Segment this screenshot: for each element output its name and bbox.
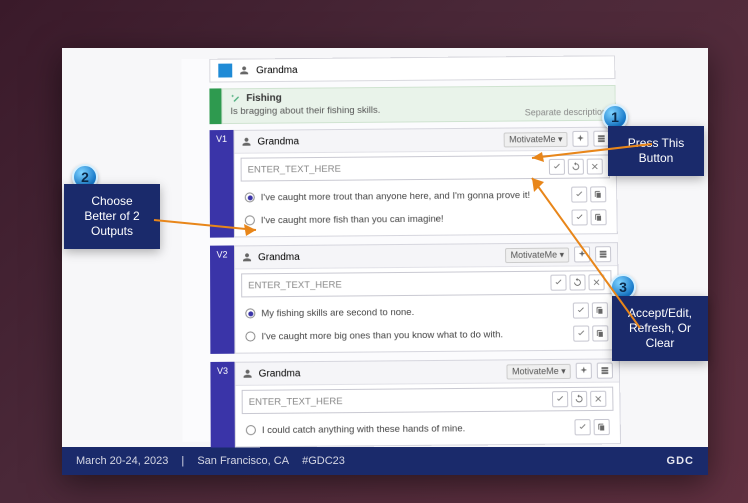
option-text: I've caught more big ones than you know … [261,328,567,342]
variant-text-input[interactable]: ENTER_TEXT_HERE [241,270,612,297]
variant-header: Grandma MotivateMe ▾ [235,243,617,269]
input-placeholder: ENTER_TEXT_HERE [248,163,341,175]
variant-header: Grandma MotivateMe ▾ [234,128,615,154]
clear-button[interactable] [588,274,604,290]
variant-body: Grandma MotivateMe ▾ ENTER_TEXT_HERE My fis… [234,242,620,354]
more-button[interactable] [597,362,613,378]
copy-option-button[interactable] [592,302,608,318]
callout-choose-output: Choose Better of 2 Outputs [64,184,160,249]
callout-3-text: Accept/Edit, Refresh, Or Clear [628,306,692,350]
accept-option-button[interactable] [573,302,589,318]
variants-list: V1 Grandma MotivateMe ▾ ENTER_TEXT_HERE I've… [210,127,621,448]
variant-v2: V2 Grandma MotivateMe ▾ ENTER_TEXT_HERE My f… [210,242,620,354]
radio-icon [245,308,255,318]
output-option[interactable]: My fishing skills are second to none. [241,300,612,323]
slide-body: Grandma Fishing Is bragging about their … [62,48,708,447]
person-icon [241,251,253,263]
motivate-dropdown[interactable]: MotivateMe ▾ [505,247,569,263]
input-placeholder: ENTER_TEXT_HERE [249,396,343,408]
person-icon [240,136,252,148]
badge-1-num: 1 [611,109,619,125]
character-name: Grandma [256,64,298,75]
clear-button[interactable] [590,391,606,407]
variant-v3: V3 Grandma MotivateMe ▾ ENTER_TEXT_HERE I co… [210,358,621,447]
radio-icon [245,331,255,341]
footer-brand: GDC [667,455,694,467]
variant-text-input[interactable]: ENTER_TEXT_HERE [242,387,614,414]
variant-speaker: Grandma [257,136,299,147]
refresh-button[interactable] [568,159,584,175]
output-option[interactable]: I've caught more fish than you can imagi… [241,207,611,230]
callout-1-text: Press This Button [628,136,684,165]
variant-speaker: Grandma [258,251,300,262]
accept-button[interactable] [550,275,566,291]
slide: Grandma Fishing Is bragging about their … [62,48,708,475]
radio-icon [245,215,255,225]
callout-accept-edit: Accept/Edit, Refresh, Or Clear [612,296,708,361]
person-icon [242,368,254,380]
wand-icon [230,93,241,104]
refresh-button[interactable] [569,274,585,290]
option-text: I've caught more fish than you can imagi… [261,212,566,226]
copy-option-button[interactable] [590,186,606,202]
footer-location: San Francisco, CA [197,455,289,467]
copy-option-button[interactable] [592,325,608,341]
variant-options: My fishing skills are second to none. I'v… [235,298,618,353]
variant-tag: V3 [210,362,234,448]
option-text: My fishing skills are second to none. [261,305,567,319]
generate-button[interactable] [572,131,588,147]
variant-v1: V1 Grandma MotivateMe ▾ ENTER_TEXT_HERE I've… [210,127,618,238]
accept-button[interactable] [552,391,568,407]
variant-body: Grandma MotivateMe ▾ ENTER_TEXT_HERE I coul… [234,358,621,447]
badge-3-num: 3 [619,279,627,295]
action-body: Fishing Is bragging about their fishing … [221,85,616,124]
more-button[interactable] [595,246,611,262]
generate-button[interactable] [576,363,592,379]
option-text: I could catch anything with these hands … [262,422,569,436]
input-placeholder: ENTER_TEXT_HERE [248,279,342,291]
radio-icon [245,192,255,202]
action-title: Fishing [246,93,281,104]
app-panel: Grandma Fishing Is bragging about their … [181,55,621,442]
slide-footer: March 20-24, 2023 | San Francisco, CA #G… [62,447,708,475]
footer-date: March 20-24, 2023 [76,455,168,467]
motivate-dropdown[interactable]: MotivateMe ▾ [507,363,571,379]
variant-tag: V1 [210,130,234,238]
person-icon [238,64,250,76]
action-stripe [209,88,221,124]
action-block: Fishing Is bragging about their fishing … [209,85,616,124]
action-aside: Separate description [525,107,607,118]
variant-speaker: Grandma [259,368,301,379]
variant-options: I could catch anything with these hands … [236,415,620,447]
badge-2-num: 2 [81,169,89,185]
output-option[interactable]: I've caught more trout than anyone here,… [241,184,611,207]
footer-hashtag: #GDC23 [302,455,345,467]
accept-option-button[interactable] [573,325,589,341]
accept-option-button[interactable] [571,187,587,203]
variant-tag: V2 [210,245,234,353]
clear-button[interactable] [587,159,603,175]
copy-option-button[interactable] [594,419,610,435]
generate-button[interactable] [574,246,590,262]
refresh-button[interactable] [571,391,587,407]
accept-option-button[interactable] [571,209,587,225]
radio-icon [246,425,256,435]
character-row: Grandma [209,55,615,82]
variant-text-input[interactable]: ENTER_TEXT_HERE [241,154,610,181]
output-option[interactable]: I've caught more big ones than you know … [241,323,612,346]
variant-body: Grandma MotivateMe ▾ ENTER_TEXT_HERE I've c… [233,127,617,238]
variant-header: Grandma MotivateMe ▾ [235,359,619,386]
accept-option-button[interactable] [574,419,590,435]
output-option[interactable]: I could catch anything with these hands … [242,417,614,440]
motivate-dropdown[interactable]: MotivateMe ▾ [504,131,568,146]
accept-button[interactable] [549,159,565,175]
copy-option-button[interactable] [590,209,606,225]
option-text: I've caught more trout than anyone here,… [261,189,566,203]
callout-2-text: Choose Better of 2 Outputs [84,194,139,238]
variant-options: I've caught more trout than anyone here,… [235,182,617,236]
callout-press-button: Press This Button [608,126,704,176]
character-color-swatch [218,64,232,78]
